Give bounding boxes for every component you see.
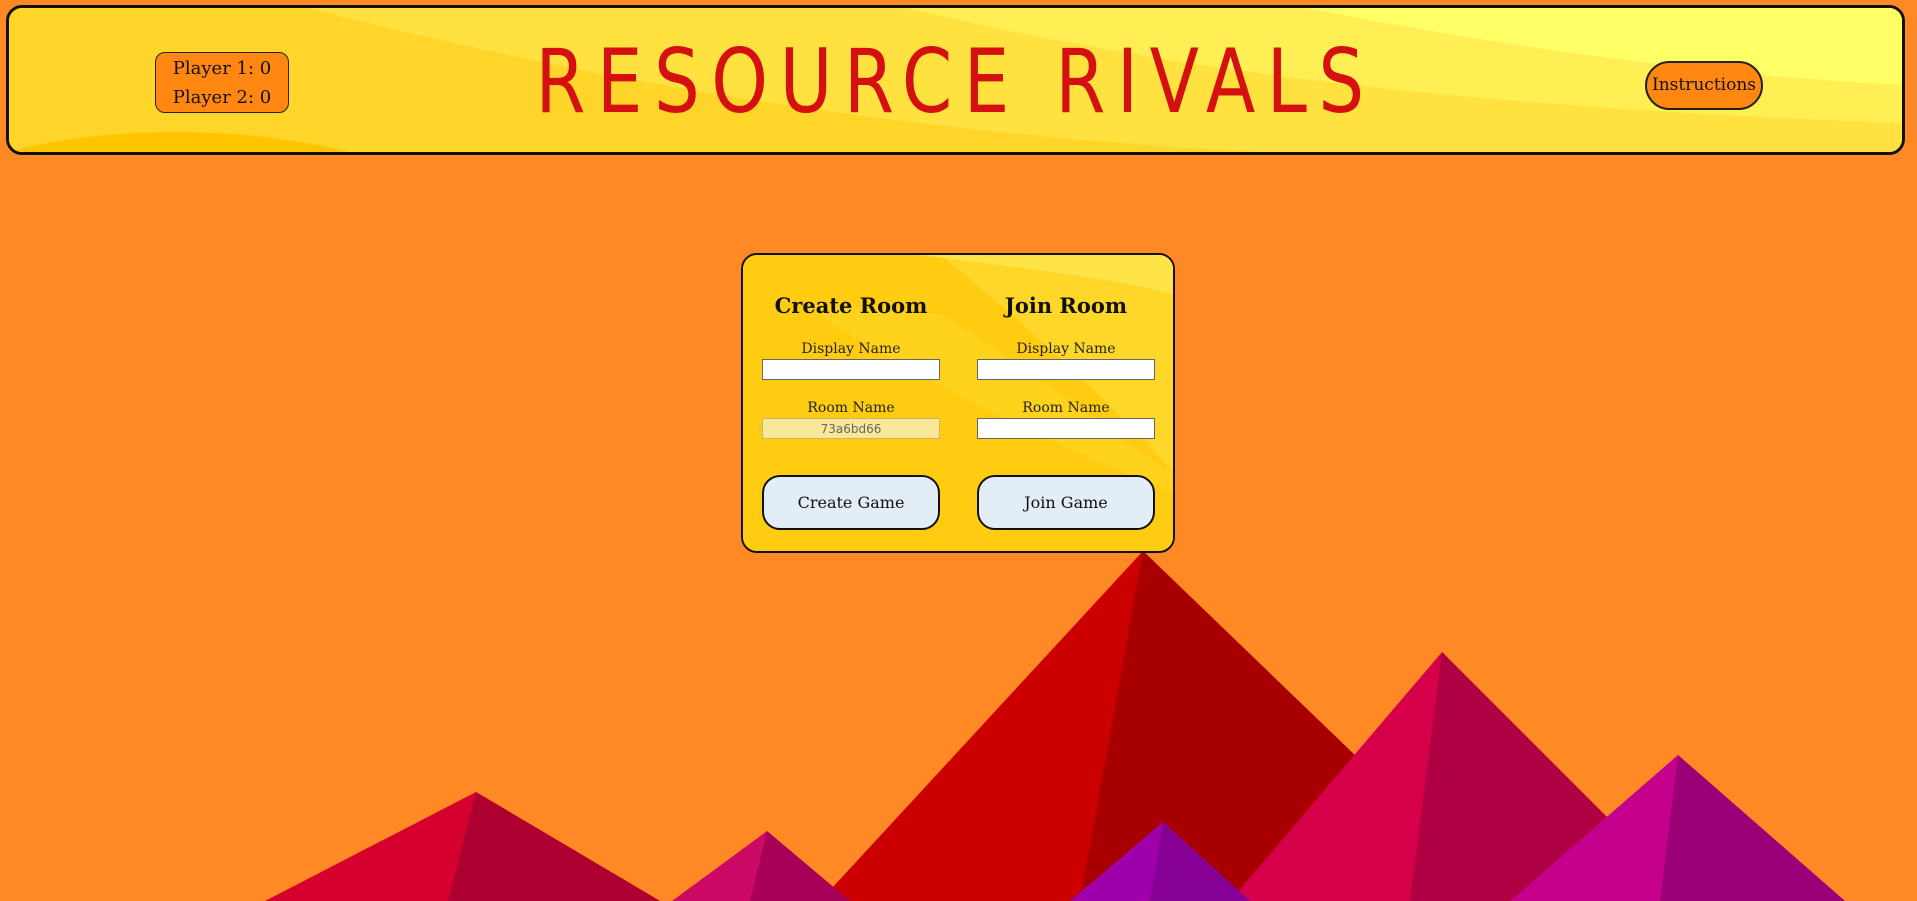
create-display-name-label: Display Name [801,341,901,357]
create-room-name-input [762,418,940,439]
instructions-button[interactable]: Instructions [1645,61,1763,110]
join-display-name-input[interactable] [977,359,1155,380]
create-room-name-label: Room Name [807,400,895,416]
top-banner: Player 1: 0 Player 2: 0 RESOURCE RIVALS … [6,5,1905,155]
join-display-name-label: Display Name [1016,341,1116,357]
app-title: RESOURCE RIVALS [535,30,1376,133]
create-room-heading: Create Room [774,293,928,318]
join-game-button[interactable]: Join Game [977,475,1155,530]
join-room-name-label: Room Name [1022,400,1110,416]
create-display-name-input[interactable] [762,359,940,380]
create-game-button[interactable]: Create Game [762,475,940,530]
join-room-heading: Join Room [1004,293,1128,318]
join-room-name-input[interactable] [977,418,1155,439]
room-panel: Create Room Display Name Room Name Creat… [741,253,1175,553]
